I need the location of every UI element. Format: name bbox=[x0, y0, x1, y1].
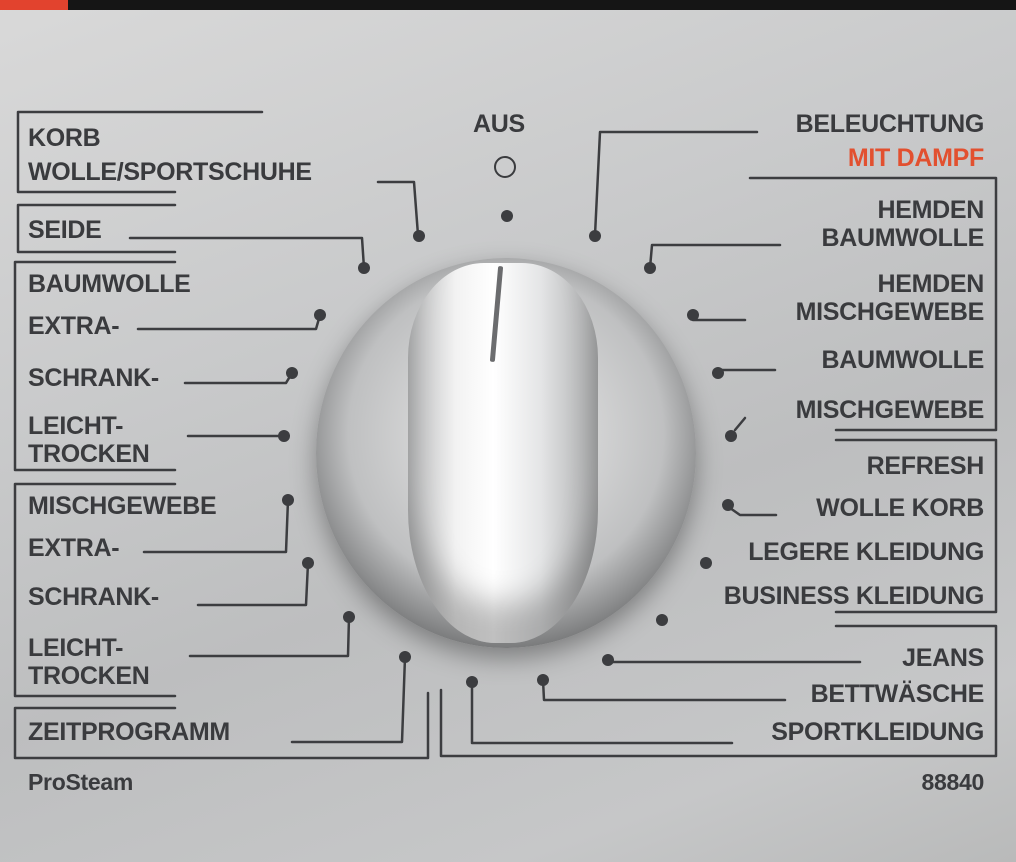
program-mischgewebe-extra-label[interactable]: EXTRA- bbox=[28, 534, 120, 562]
knob-grip[interactable] bbox=[408, 263, 598, 643]
program-hemden-baumwolle-label-1[interactable]: HEMDEN bbox=[877, 196, 984, 224]
program-beleuchtung-label[interactable]: BELEUCHTUNG bbox=[796, 110, 985, 138]
program-mischgewebe-label: MISCHGEWEBE bbox=[28, 492, 217, 520]
program-refresh-label: REFRESH bbox=[866, 452, 985, 480]
model-number: 88840 bbox=[921, 769, 985, 795]
brand-label: ProSteam bbox=[28, 769, 133, 795]
program-korb-label-1[interactable]: KORB bbox=[28, 124, 101, 152]
program-hemden-mischgewebe-label-1[interactable]: HEMDEN bbox=[877, 270, 984, 298]
program-mischgewebe-dampf-label[interactable]: MISCHGEWEBE bbox=[796, 396, 985, 424]
program-baumwolle-label: BAUMWOLLE bbox=[28, 270, 191, 298]
program-bettwaesche-label[interactable]: BETTWÄSCHE bbox=[811, 680, 985, 708]
program-legere-kleidung-label[interactable]: LEGERE KLEIDUNG bbox=[748, 538, 984, 566]
steam-group-label: MIT DAMPF bbox=[847, 144, 984, 172]
program-sportkleidung-label[interactable]: SPORTKLEIDUNG bbox=[771, 718, 984, 746]
program-mischgewebe-schrank-label[interactable]: SCHRANK- bbox=[28, 583, 159, 611]
off-label: AUS bbox=[473, 110, 525, 138]
program-mischgewebe-leicht-label-2[interactable]: TROCKEN bbox=[28, 662, 150, 690]
program-baumwolle-extra-label[interactable]: EXTRA- bbox=[28, 312, 120, 340]
program-hemden-baumwolle-label-2[interactable]: BAUMWOLLE bbox=[821, 224, 984, 252]
program-baumwolle-dampf-label[interactable]: BAUMWOLLE bbox=[821, 346, 984, 374]
program-baumwolle-leicht-label-2[interactable]: TROCKEN bbox=[28, 440, 150, 468]
program-korb-label-2[interactable]: WOLLE/SPORTSCHUHE bbox=[28, 158, 312, 186]
program-zeitprogramm-label[interactable]: ZEITPROGRAMM bbox=[28, 718, 230, 746]
program-wolle-korb-label[interactable]: WOLLE KORB bbox=[816, 494, 984, 522]
circle-icon bbox=[494, 156, 516, 178]
program-hemden-mischgewebe-label-2[interactable]: MISCHGEWEBE bbox=[796, 298, 985, 326]
program-baumwolle-leicht-label-1[interactable]: LEICHT- bbox=[28, 412, 123, 440]
program-jeans-label[interactable]: JEANS bbox=[902, 644, 984, 672]
program-mischgewebe-leicht-label-1[interactable]: LEICHT- bbox=[28, 634, 123, 662]
program-baumwolle-schrank-label[interactable]: SCHRANK- bbox=[28, 364, 159, 392]
program-business-kleidung-label[interactable]: BUSINESS KLEIDUNG bbox=[724, 582, 985, 610]
program-seide-label[interactable]: SEIDE bbox=[28, 216, 102, 244]
program-selector-knob[interactable] bbox=[316, 258, 696, 648]
